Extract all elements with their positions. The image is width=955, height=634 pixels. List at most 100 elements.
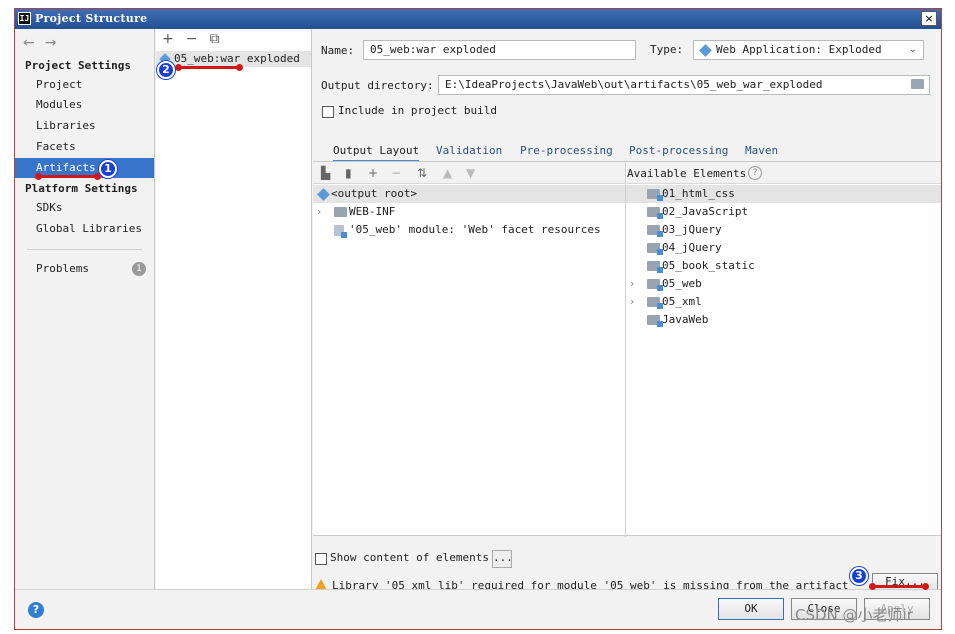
available-item[interactable]: 02_JavaScript (626, 203, 941, 221)
module-icon (647, 297, 663, 309)
remove-icon[interactable]: − (186, 31, 198, 47)
annotation-marker: 2 (157, 61, 175, 79)
nav-item-problems[interactable]: Problems 1 (15, 259, 154, 279)
module-icon (647, 189, 663, 201)
output-directory-value: E:\IdeaProjects\JavaWeb\out\artifacts\05… (445, 78, 823, 91)
browse-folder-icon[interactable] (911, 79, 924, 89)
chevron-down-icon: ⌄ (908, 44, 917, 55)
settings-nav: ← → Project Settings Project Modules Libr… (15, 29, 155, 589)
output-layout-area: ▙ ▮ + − ⇅ ▲ ▼ <output root> › WEB-INF '0… (313, 161, 941, 537)
window-title: Project Structure (35, 12, 148, 25)
nav-item-facets[interactable]: Facets (15, 137, 154, 157)
available-item-label: 05_xml (662, 295, 702, 308)
back-arrow-icon[interactable]: ← (23, 35, 35, 51)
nav-item-modules[interactable]: Modules (15, 95, 154, 115)
available-item-label: JavaWeb (662, 313, 709, 326)
ok-button[interactable]: OK (718, 598, 784, 620)
nav-divider (27, 249, 142, 250)
tab-post-processing[interactable]: Post-processing (629, 143, 728, 163)
module-icon (647, 225, 663, 237)
chevron-right-icon[interactable]: › (317, 203, 321, 221)
available-item-label: 03_jQuery (662, 223, 722, 236)
help-icon[interactable]: ? (748, 166, 762, 180)
web-app-icon (699, 44, 712, 57)
annotation-underline (869, 583, 929, 590)
include-in-build-checkbox[interactable] (322, 106, 334, 118)
remove-element-icon[interactable]: − (391, 166, 401, 180)
add-icon[interactable]: + (162, 31, 174, 47)
module-icon (647, 243, 663, 255)
available-item-label: 05_book_static (662, 259, 755, 272)
available-item[interactable]: 03_jQuery (626, 221, 941, 239)
move-up-icon[interactable]: ▲ (443, 166, 452, 180)
module-icon (647, 315, 663, 327)
facet-resources-icon (334, 225, 347, 238)
type-dropdown[interactable]: Web Application: Exploded ⌄ (693, 40, 924, 60)
nav-item-project[interactable]: Project (15, 75, 154, 95)
annotation-marker: 3 (850, 567, 868, 585)
artifacts-toolbar: + − ⧉ (162, 31, 231, 51)
artifact-config-pane: Name: 05_web:war exploded Type: Web Appl… (313, 29, 941, 593)
more-options-button[interactable]: ... (492, 550, 513, 568)
output-root-icon (317, 188, 330, 201)
title-bar: IJ Project Structure × (15, 9, 941, 29)
new-directory-icon[interactable]: ▙ (321, 166, 330, 180)
name-input[interactable]: 05_web:war exploded (363, 40, 636, 60)
nav-item-libraries[interactable]: Libraries (15, 116, 154, 136)
name-label: Name: (321, 44, 355, 57)
help-icon[interactable]: ? (28, 602, 44, 618)
available-item[interactable]: › 05_web (626, 275, 941, 293)
layout-toolbar: ▙ ▮ + − ⇅ ▲ ▼ (313, 162, 625, 184)
tab-output-layout[interactable]: Output Layout (333, 143, 420, 163)
platform-settings-heading: Platform Settings (25, 182, 138, 195)
show-content-checkbox[interactable] (315, 553, 327, 565)
available-item[interactable]: › 05_xml (626, 293, 941, 311)
available-item[interactable]: 05_book_static (626, 257, 941, 275)
layout-bottom-bar: Show content of elements ... Library '05… (313, 537, 941, 593)
forward-arrow-icon[interactable]: → (45, 35, 57, 51)
watermark: CSDN @小老师ir (795, 606, 913, 624)
add-copy-icon[interactable]: + (368, 166, 378, 180)
available-item-label: 02_JavaScript (662, 205, 749, 218)
type-value: Web Application: Exploded (716, 43, 882, 56)
folder-icon (334, 207, 347, 217)
output-directory-input[interactable]: E:\IdeaProjects\JavaWeb\out\artifacts\05… (438, 75, 930, 95)
facet-resources-label: '05_web' module: 'Web' facet resources (349, 223, 601, 236)
nav-item-global-libraries[interactable]: Global Libraries (15, 219, 154, 239)
annotation-marker: 1 (99, 160, 117, 178)
output-root-label: <output root> (331, 187, 418, 200)
nav-item-sdks[interactable]: SDKs (15, 198, 154, 218)
annotation-underline (35, 173, 101, 180)
intellij-logo-icon: IJ (18, 12, 31, 25)
type-label: Type: (650, 43, 684, 56)
tree-row-web-inf[interactable]: › WEB-INF (313, 203, 625, 221)
close-icon[interactable]: × (921, 11, 937, 26)
problems-label: Problems (36, 262, 89, 275)
create-archive-icon[interactable]: ▮ (345, 166, 352, 180)
module-icon (647, 207, 663, 219)
web-inf-label: WEB-INF (349, 205, 396, 218)
chevron-right-icon[interactable]: › (630, 275, 634, 293)
tab-pre-processing[interactable]: Pre-processing (520, 143, 613, 163)
available-item[interactable]: 04_jQuery (626, 239, 941, 257)
move-down-icon[interactable]: ▼ (466, 166, 475, 180)
tab-maven[interactable]: Maven (745, 143, 778, 163)
artifacts-list-panel: + − ⧉ 05_web:war exploded (156, 29, 312, 589)
available-item-label: 05_web (662, 277, 702, 290)
available-item-label: 01_html_css (662, 187, 735, 200)
tab-validation[interactable]: Validation (436, 143, 502, 163)
tree-row-output-root[interactable]: <output root> (313, 185, 625, 203)
tree-row-facet-resources[interactable]: '05_web' module: 'Web' facet resources (313, 221, 625, 239)
available-item[interactable]: JavaWeb (626, 311, 941, 329)
problems-count-badge: 1 (132, 262, 146, 276)
project-structure-dialog: IJ Project Structure × ← → Project Settin… (14, 8, 942, 630)
chevron-right-icon[interactable]: › (630, 293, 634, 311)
copy-icon[interactable]: ⧉ (209, 31, 219, 47)
artifact-item-label: 05_web:war exploded (174, 52, 300, 65)
available-item[interactable]: 01_html_css (626, 185, 941, 203)
available-elements-header: Available Elements ? (627, 162, 941, 184)
annotation-underline (175, 64, 243, 71)
module-icon (647, 261, 663, 273)
available-item-label: 04_jQuery (662, 241, 722, 254)
sort-icon[interactable]: ⇅ (417, 166, 427, 180)
